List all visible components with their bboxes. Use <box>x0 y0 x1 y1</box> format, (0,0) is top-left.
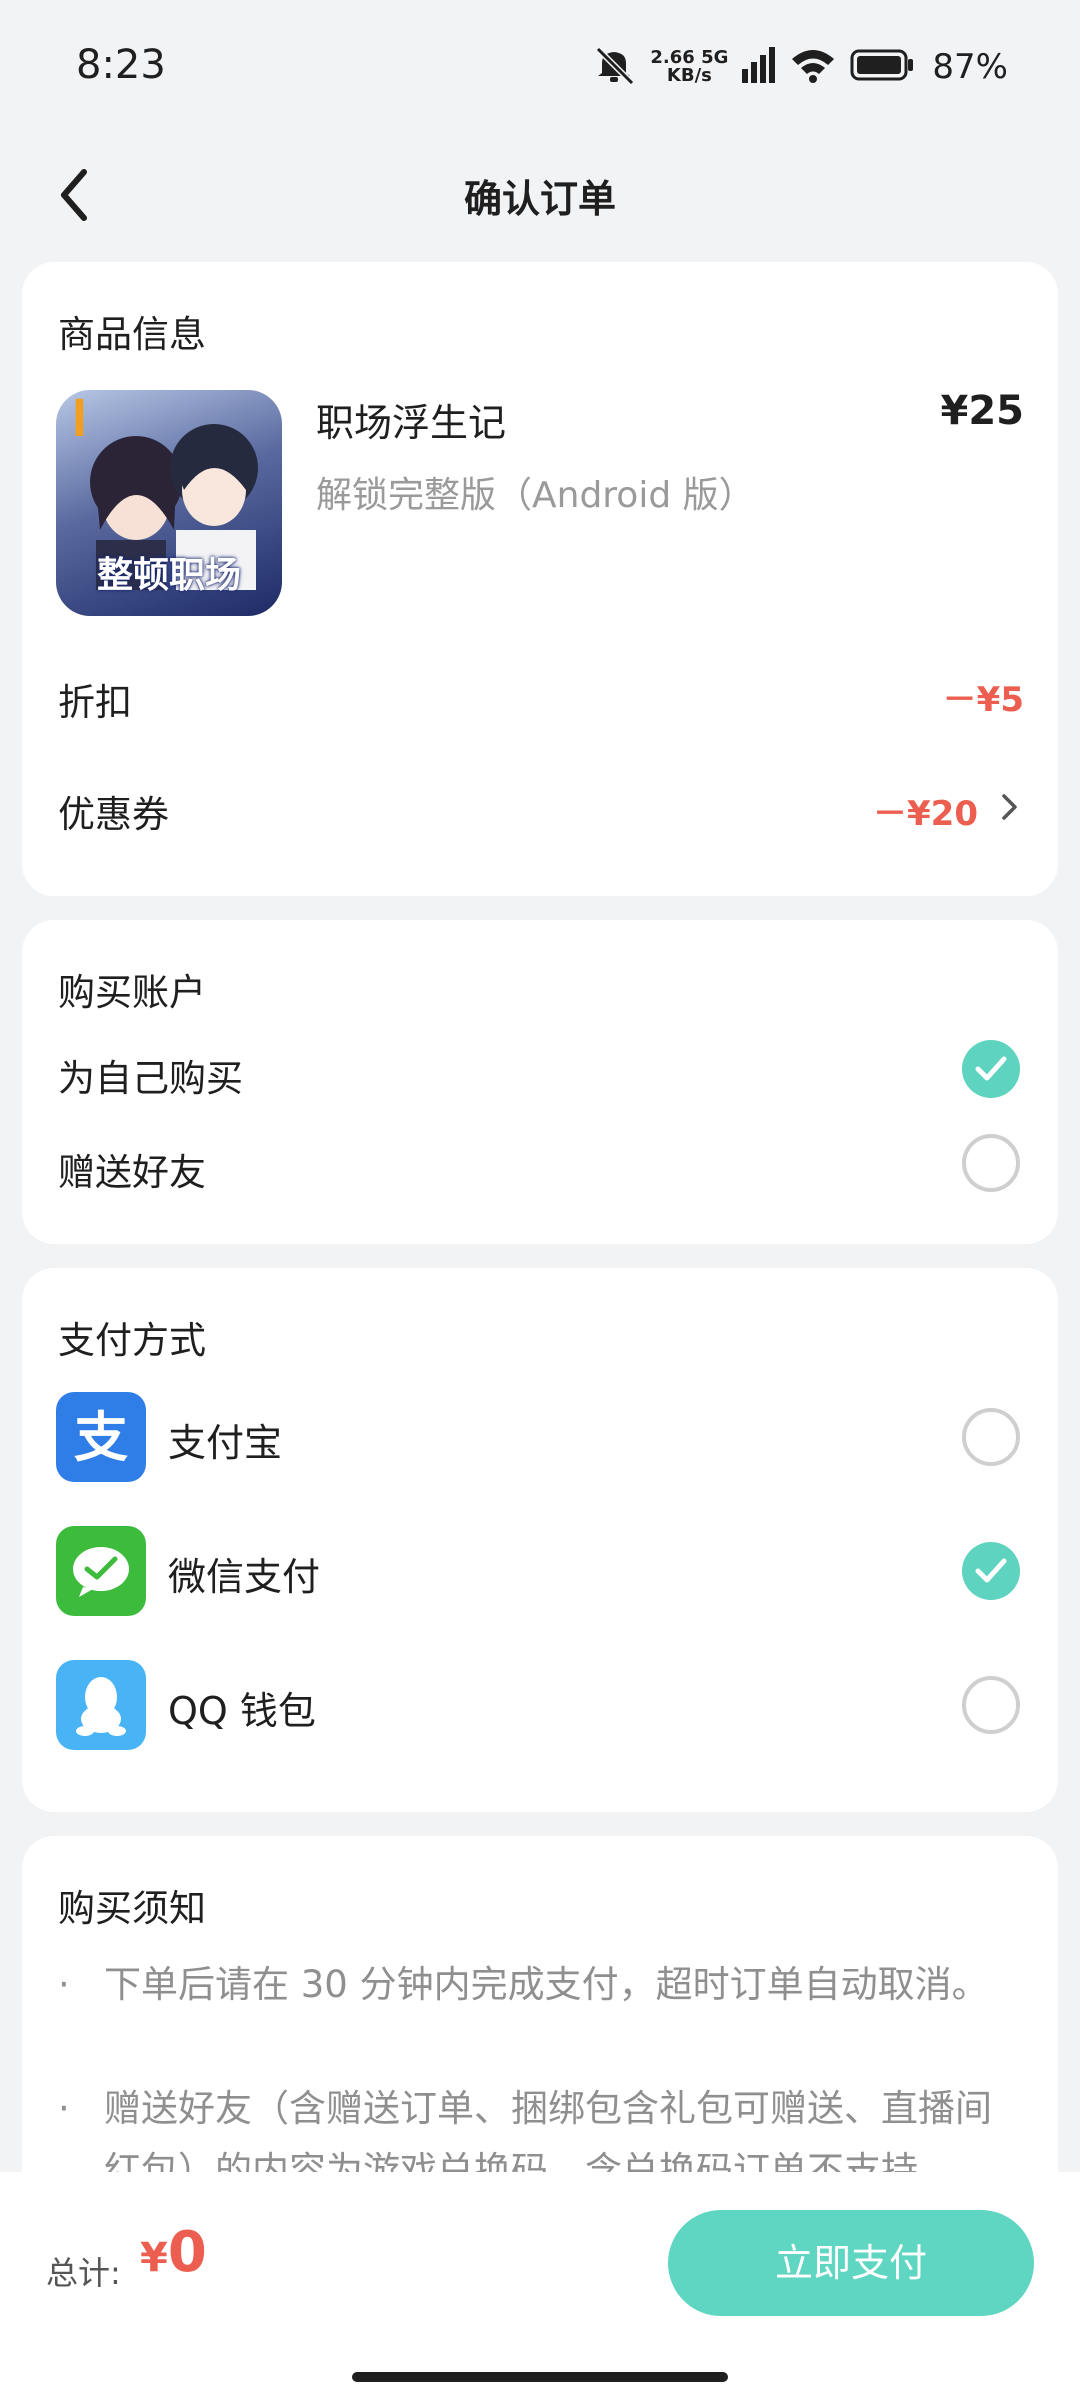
nav-bar: 确认订单 <box>0 140 1080 250</box>
total-amount: ¥0 <box>140 2220 207 2285</box>
payment-label: 支付宝 <box>168 1421 283 1465</box>
status-time: 8:23 <box>76 42 166 88</box>
payment-option-qq[interactable]: QQ 钱包 <box>22 1660 1058 1750</box>
wechat-pay-icon <box>56 1526 146 1616</box>
purchase-account-card: 购买账户 为自己购买 赠送好友 <box>22 920 1058 1244</box>
product-name: 职场浮生记 <box>316 401 507 445</box>
page-title: 确认订单 <box>463 177 616 221</box>
battery-percent: 87% <box>932 47 1008 87</box>
discount-value: －¥5 <box>942 680 1024 720</box>
account-gift-radio[interactable] <box>962 1134 1020 1192</box>
status-icons: 2.66 5G KB/s 87% <box>592 44 1008 90</box>
discount-label: 折扣 <box>58 681 132 724</box>
account-self-radio[interactable] <box>962 1040 1020 1098</box>
payment-label: 微信支付 <box>168 1555 321 1599</box>
mute-bell-icon <box>592 45 636 89</box>
account-option-gift[interactable]: 赠送好友 <box>22 1124 1058 1204</box>
total-label: 总计: <box>46 2254 121 2292</box>
account-option-self[interactable]: 为自己购买 <box>22 1030 1058 1110</box>
signal-icon <box>742 47 776 87</box>
status-bar: 8:23 2.66 5G KB/s 87% <box>0 0 1080 130</box>
check-icon <box>975 1558 1007 1583</box>
purchase-notice-title: 购买须知 <box>58 1887 206 1930</box>
product-subtitle: 解锁完整版（Android 版） <box>316 475 755 516</box>
notice-item: · 下单后请在 30 分钟内完成支付，超时订单自动取消。 <box>58 1954 1022 2016</box>
product-price: ¥25 <box>940 388 1025 434</box>
account-option-label: 赠送好友 <box>58 1151 206 1194</box>
thumbnail-caption: 整顿职场 <box>96 555 241 596</box>
chevron-right-icon <box>1002 794 1017 820</box>
account-option-label: 为自己购买 <box>58 1057 243 1100</box>
payment-label: QQ 钱包 <box>168 1689 316 1733</box>
coupon-value: －¥20 <box>873 794 978 834</box>
payment-method-title: 支付方式 <box>58 1319 206 1362</box>
payment-method-card: 支付方式 支 支付宝 微信支付 QQ 钱包 <box>22 1268 1058 1812</box>
coupon-row[interactable]: 优惠券 －¥20 <box>22 762 1058 852</box>
purchase-account-title: 购买账户 <box>58 971 206 1014</box>
payment-option-wechat[interactable]: 微信支付 <box>22 1526 1058 1616</box>
bullet-dot-icon: · <box>58 1963 70 2006</box>
payment-option-alipay[interactable]: 支 支付宝 <box>22 1392 1058 1482</box>
wifi-icon <box>790 47 836 87</box>
bullet-dot-icon: · <box>58 2087 70 2130</box>
qq-wallet-icon <box>56 1660 146 1750</box>
product-info-title: 商品信息 <box>58 313 206 356</box>
battery-icon <box>850 49 914 85</box>
product-thumbnail[interactable]: ꟾ 整顿职场 <box>56 390 282 616</box>
alipay-icon: 支 <box>56 1392 146 1482</box>
product-info-card: 商品信息 ꟾ 整顿职场 职场浮生记 解锁完整版（Android 版） ¥25 折… <box>22 262 1058 896</box>
wechat-pay-radio[interactable] <box>962 1542 1020 1600</box>
pay-now-button[interactable]: 立即支付 <box>668 2210 1034 2316</box>
qq-wallet-radio[interactable] <box>962 1676 1020 1734</box>
net-speed: 2.66 5G KB/s <box>650 47 729 86</box>
checkout-bar: 总计: ¥0 立即支付 <box>0 2172 1080 2400</box>
check-icon <box>975 1056 1007 1081</box>
home-indicator[interactable] <box>352 2372 728 2382</box>
svg-text:支: 支 <box>74 1406 128 1469</box>
order-confirm-screen: 8:23 2.66 5G KB/s 87% 确认订单 商品信息 ꟾ 整顿职场 职… <box>0 0 1080 2400</box>
coupon-label: 优惠券 <box>58 793 169 836</box>
alipay-radio[interactable] <box>962 1408 1020 1466</box>
